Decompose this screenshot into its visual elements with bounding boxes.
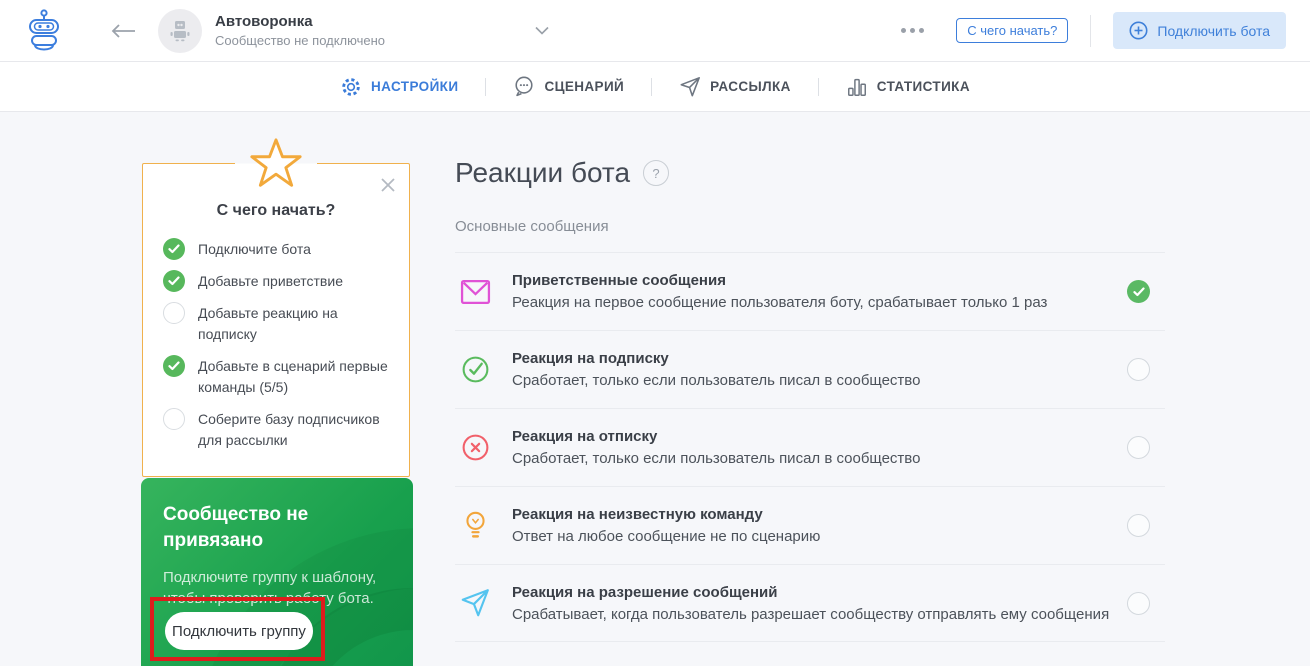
tab-statistics[interactable]: СТАТИСТИКА <box>819 76 997 98</box>
checklist-title: С чего начать? <box>163 202 389 220</box>
reaction-row: Реакция на разрешение сообщений Срабатыв… <box>455 564 1165 642</box>
reaction-toggle[interactable] <box>1127 436 1150 459</box>
reaction-toggle[interactable] <box>1127 280 1150 303</box>
lightbulb-icon <box>462 510 489 541</box>
bot-switcher-dropdown[interactable] <box>535 26 549 35</box>
reaction-row: Реакция на неизвестную команду Ответ на … <box>455 486 1165 564</box>
tab-scenario[interactable]: СЦЕНАРИЙ <box>486 75 651 98</box>
checklist-status-icon <box>163 355 185 377</box>
app-logo-robot-icon <box>24 7 64 55</box>
reaction-title: Реакция на разрешение сообщений <box>512 584 1109 601</box>
send-icon <box>458 587 492 619</box>
chat-bubble-icon <box>513 75 535 98</box>
checklist-items: Подключите бота Добавьте приветствие Доб… <box>163 238 389 451</box>
chevron-down-icon <box>535 26 549 35</box>
reaction-description: Срабатывает, когда пользователь разрешае… <box>512 606 1109 623</box>
header-actions: С чего начать? Подключить бота <box>901 12 1286 49</box>
getting-started-button[interactable]: С чего начать? <box>956 18 1068 43</box>
help-icon[interactable]: ? <box>643 160 669 186</box>
x-circle-icon <box>458 432 492 463</box>
checklist-item: Добавьте в сценарий первые команды (5/5) <box>163 355 389 398</box>
checklist-item-label: Добавьте приветствие <box>198 270 343 292</box>
reaction-list: Приветственные сообщения Реакция на перв… <box>455 252 1165 642</box>
community-card-title: Сообщество не привязано <box>163 502 373 554</box>
community-avatar <box>158 9 202 53</box>
reaction-title: Реакция на подписку <box>512 350 920 367</box>
check-circle-icon <box>460 354 491 385</box>
reaction-toggle[interactable] <box>1127 592 1150 615</box>
connect-bot-label: Подключить бота <box>1157 23 1270 39</box>
checklist-status-icon <box>163 270 185 292</box>
bot-subtitle: Сообщество не подключено <box>215 33 385 48</box>
getting-started-card: С чего начать? Подключите бота Добавьте … <box>142 163 410 477</box>
paper-plane-icon <box>679 76 701 98</box>
main-nav: НАСТРОЙКИ СЦЕНАРИЙ РАССЫЛКА СТАТИСТИКА <box>0 62 1310 112</box>
checklist-item: Подключите бота <box>163 238 389 260</box>
back-button[interactable] <box>110 23 136 39</box>
header-divider <box>1090 15 1091 47</box>
reaction-toggle[interactable] <box>1127 514 1150 537</box>
reaction-description: Сработает, только если пользователь писа… <box>512 450 920 467</box>
send-icon <box>459 587 491 619</box>
bot-reactions-panel: Реакции бота ? Основные сообщения Привет… <box>455 112 1165 642</box>
reaction-title: Реакция на отписку <box>512 428 920 445</box>
top-header: Автоворонка Сообщество не подключено С ч… <box>0 0 1310 62</box>
reaction-row: Реакция на отписку Сработает, только есл… <box>455 408 1165 486</box>
lightbulb-icon <box>458 510 492 541</box>
arrow-left-icon <box>110 23 136 39</box>
close-icon[interactable] <box>380 177 396 193</box>
checklist-item-label: Соберите базу подписчиков для рассылки <box>198 408 389 451</box>
annotation-highlight-box <box>150 597 325 661</box>
tab-broadcast[interactable]: РАССЫЛКА <box>652 76 818 98</box>
x-circle-icon <box>460 432 491 463</box>
checklist-item: Соберите базу подписчиков для рассылки <box>163 408 389 451</box>
checklist-status-icon <box>163 302 185 324</box>
star-icon <box>235 135 317 193</box>
checklist-item: Добавьте реакцию на подписку <box>163 302 389 345</box>
bar-chart-icon <box>846 76 868 98</box>
checklist-item-label: Добавьте в сценарий первые команды (5/5) <box>198 355 389 398</box>
checklist-item-label: Подключите бота <box>198 238 311 260</box>
reaction-description: Реакция на первое сообщение пользователя… <box>512 294 1047 311</box>
reaction-description: Сработает, только если пользователь писа… <box>512 372 920 389</box>
section-label: Основные сообщения <box>455 218 1165 235</box>
page-title: Реакции бота <box>455 157 630 189</box>
reaction-description: Ответ на любое сообщение не по сценарию <box>512 528 820 545</box>
bot-title: Автоворонка <box>215 13 385 30</box>
reaction-row: Приветственные сообщения Реакция на перв… <box>455 252 1165 330</box>
envelope-icon <box>458 279 492 305</box>
gear-icon <box>340 76 362 98</box>
plus-circle-icon <box>1129 21 1148 40</box>
reaction-toggle[interactable] <box>1127 358 1150 381</box>
connect-bot-button[interactable]: Подключить бота <box>1113 12 1286 49</box>
reaction-title: Реакция на неизвестную команду <box>512 506 820 523</box>
check-circle-icon <box>458 354 492 385</box>
page-content: С чего начать? Подключите бота Добавьте … <box>0 112 1310 666</box>
tab-settings[interactable]: НАСТРОЙКИ <box>313 76 485 98</box>
envelope-icon <box>460 279 491 305</box>
reaction-row: Реакция на подписку Сработает, только ес… <box>455 330 1165 408</box>
robot-placeholder-icon <box>167 18 193 44</box>
reaction-title: Приветственные сообщения <box>512 272 1047 289</box>
community-not-linked-card: Сообщество не привязано Подключите групп… <box>141 478 413 666</box>
checklist-item-label: Добавьте реакцию на подписку <box>198 302 389 345</box>
more-menu-button[interactable] <box>901 28 924 33</box>
checklist-status-icon <box>163 408 185 430</box>
checklist-status-icon <box>163 238 185 260</box>
community-title-block: Автоворонка Сообщество не подключено <box>215 13 385 48</box>
checklist-item: Добавьте приветствие <box>163 270 389 292</box>
